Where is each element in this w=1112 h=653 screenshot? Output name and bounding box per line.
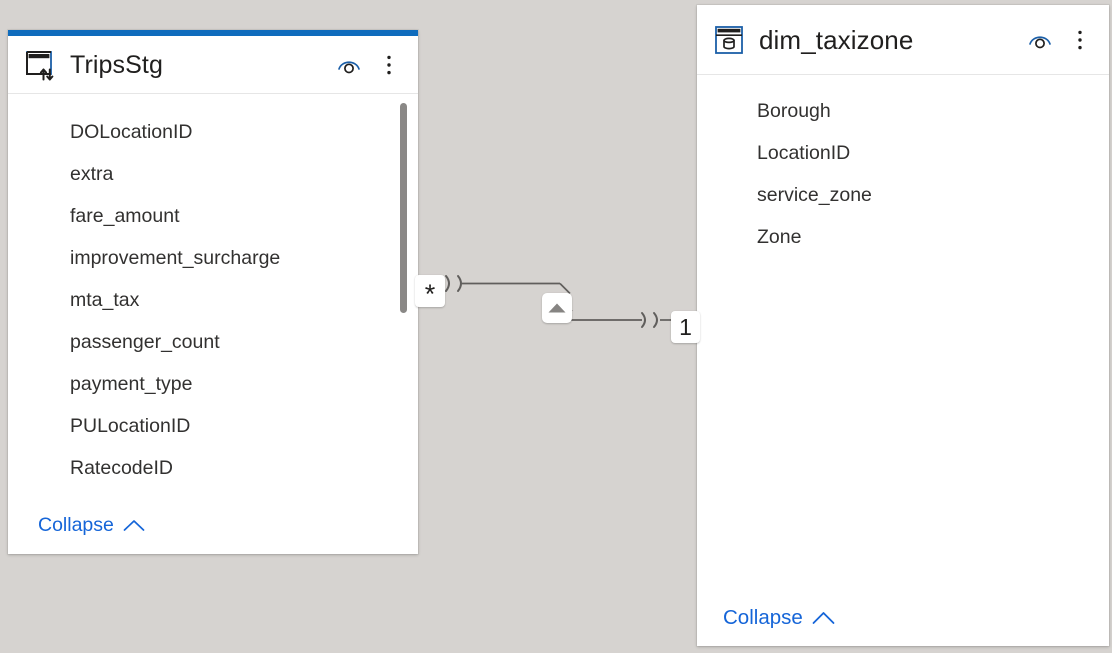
collapse-label: Collapse [38,513,114,536]
field-list-dim-taxizone: Borough LocationID service_zone Zone [697,75,1109,259]
filter-direction-arrow-icon [548,303,566,313]
cardinality-many-label: * [424,278,436,309]
field-list-container-dim-taxizone[interactable]: Borough LocationID service_zone Zone [697,75,1109,590]
field-item[interactable]: Zone [697,217,1109,259]
table-card-dim-taxizone[interactable]: dim_taxizone Borough LocationID service_… [697,5,1109,646]
table-card-footer-dim-taxizone: Collapse [697,590,1109,646]
hide-fields-icon[interactable] [334,50,364,80]
database-table-icon [713,24,745,56]
relationship-cardinality-many-badge[interactable]: * [415,275,445,307]
field-item[interactable]: fare_amount [8,196,418,238]
collapse-label: Collapse [723,606,803,629]
more-options-icon[interactable] [1065,25,1095,55]
field-item[interactable]: Borough [697,91,1109,133]
chevron-up-icon [812,612,835,624]
field-item[interactable]: DOLocationID [8,112,418,154]
staging-table-icon [24,48,58,82]
more-options-icon[interactable] [374,50,404,80]
field-item[interactable]: RatecodeID [8,448,418,490]
collapse-button-tripsstg[interactable]: Collapse [38,514,145,537]
table-card-footer-tripsstg: Collapse [8,496,418,554]
field-item[interactable]: extra [8,154,418,196]
cardinality-one-label: 1 [679,313,692,340]
table-card-tripsstg[interactable]: TripsStg DOLocationID extra fare_amount … [8,30,418,554]
field-item[interactable]: mta_tax [8,280,418,322]
model-diagram-canvas[interactable]: TripsStg DOLocationID extra fare_amount … [0,0,1112,653]
field-item[interactable]: improvement_surcharge [8,238,418,280]
table-title-tripsstg: TripsStg [70,50,163,79]
relationship-cardinality-one-badge[interactable]: 1 [671,311,700,343]
table-title-dim-taxizone: dim_taxizone [759,24,914,55]
table-header-actions-tripsstg [334,50,404,80]
field-item[interactable]: LocationID [697,133,1109,175]
field-item[interactable]: payment_type [8,364,418,406]
field-item[interactable]: service_zone [697,175,1109,217]
field-list-container-tripsstg[interactable]: DOLocationID extra fare_amount improveme… [8,94,418,496]
hide-fields-icon[interactable] [1025,25,1055,55]
field-list-scrollbar-thumb[interactable] [400,103,407,313]
collapse-button-dim-taxizone[interactable]: Collapse [723,606,835,630]
relationship-filter-direction-badge[interactable] [542,293,572,323]
chevron-up-icon [123,519,145,531]
table-card-header-dim-taxizone[interactable]: dim_taxizone [697,5,1109,75]
field-item[interactable]: passenger_count [8,322,418,364]
field-item[interactable]: PULocationID [8,406,418,448]
table-header-actions-dim-taxizone [1025,25,1095,55]
table-card-header-tripsstg[interactable]: TripsStg [8,36,418,94]
field-list-tripsstg: DOLocationID extra fare_amount improveme… [8,94,418,490]
